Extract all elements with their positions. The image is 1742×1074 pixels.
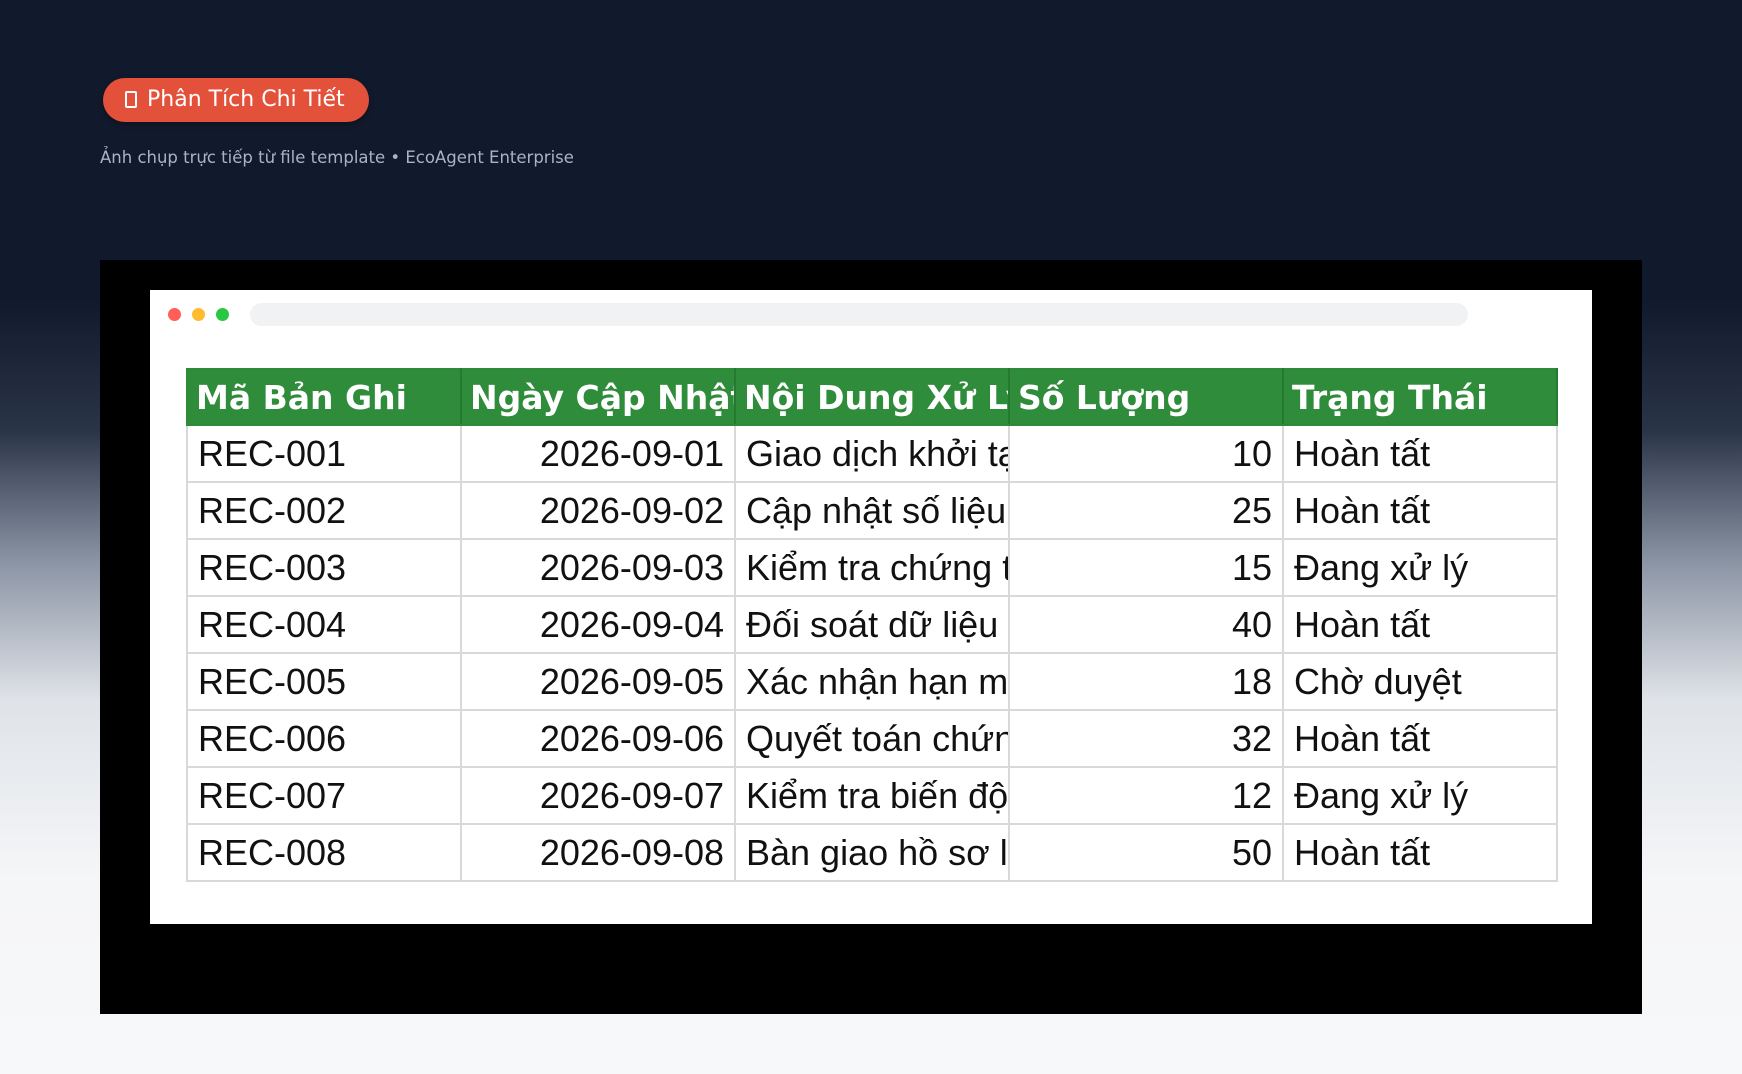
table-row: REC-007 2026-09-07 Kiểm tra biến độ 12 Đang … (186, 766, 1558, 825)
cell-date[interactable]: 2026-09-01 (460, 424, 736, 483)
table-row: REC-006 2026-09-06 Quyết toán chứn 32 Hoàn t… (186, 709, 1558, 768)
column-header: Nội Dung Xử Lý (734, 368, 1010, 426)
header-row: Mã Bản Ghi Ngày Cập Nhật Nội Dung Xử Lý … (186, 368, 1558, 426)
screenshot-frame: Mã Bản Ghi Ngày Cập Nhật Nội Dung Xử Lý … (100, 260, 1642, 1014)
cell-status[interactable]: Hoàn tất (1282, 424, 1558, 483)
cell-date[interactable]: 2026-09-02 (460, 481, 736, 540)
cell-record-id[interactable]: REC-005 (186, 652, 462, 711)
cell-date[interactable]: 2026-09-07 (460, 766, 736, 825)
cell-status[interactable]: Chờ duyệt (1282, 652, 1558, 711)
column-header: Ngày Cập Nhật (460, 368, 736, 426)
cell-quantity[interactable]: 50 (1008, 823, 1284, 882)
cell-content[interactable]: Cập nhật số liệu (734, 481, 1010, 540)
cell-status[interactable]: Hoàn tất (1282, 481, 1558, 540)
cell-status[interactable]: Đang xử lý (1282, 766, 1558, 825)
cell-date[interactable]: 2026-09-08 (460, 823, 736, 882)
cell-quantity[interactable]: 15 (1008, 538, 1284, 597)
cell-content[interactable]: Kiểm tra biến độ (734, 766, 1010, 825)
column-header: Trạng Thái (1282, 368, 1558, 426)
maximize-dot-icon (216, 308, 229, 321)
cell-status[interactable]: Hoàn tất (1282, 709, 1558, 768)
analysis-badge[interactable]: Phân Tích Chi Tiết (103, 78, 369, 122)
cell-content[interactable]: Bàn giao hồ sơ lu (734, 823, 1010, 882)
cell-quantity[interactable]: 25 (1008, 481, 1284, 540)
cell-record-id[interactable]: REC-006 (186, 709, 462, 768)
cell-content[interactable]: Xác nhận hạn mu (734, 652, 1010, 711)
cell-status[interactable]: Đang xử lý (1282, 538, 1558, 597)
cell-record-id[interactable]: REC-003 (186, 538, 462, 597)
cell-date[interactable]: 2026-09-05 (460, 652, 736, 711)
cell-record-id[interactable]: REC-007 (186, 766, 462, 825)
document-icon (125, 91, 137, 108)
spreadsheet-table: Mã Bản Ghi Ngày Cập Nhật Nội Dung Xử Lý … (186, 368, 1558, 882)
column-header: Mã Bản Ghi (186, 368, 462, 426)
cell-quantity[interactable]: 12 (1008, 766, 1284, 825)
table-row: REC-002 2026-09-02 Cập nhật số liệu 25 Hoàn … (186, 481, 1558, 540)
table-row: REC-008 2026-09-08 Bàn giao hồ sơ lu 50 Hoàn… (186, 823, 1558, 882)
table-row: REC-004 2026-09-04 Đối soát dữ liệu t 40 Hoà… (186, 595, 1558, 654)
table-row: REC-001 2026-09-01 Giao dịch khởi tạ 10 Hoàn… (186, 424, 1558, 483)
subtitle: Ảnh chụp trực tiếp từ file template • Ec… (100, 148, 574, 167)
badge-label: Phân Tích Chi Tiết (147, 87, 345, 112)
cell-record-id[interactable]: REC-002 (186, 481, 462, 540)
table-row: REC-005 2026-09-05 Xác nhận hạn mu 18 Chờ du… (186, 652, 1558, 711)
cell-content[interactable]: Kiểm tra chứng t (734, 538, 1010, 597)
minimize-dot-icon (192, 308, 205, 321)
cell-date[interactable]: 2026-09-04 (460, 595, 736, 654)
cell-status[interactable]: Hoàn tất (1282, 823, 1558, 882)
cell-status[interactable]: Hoàn tất (1282, 595, 1558, 654)
table-row: REC-003 2026-09-03 Kiểm tra chứng t 15 Đang … (186, 538, 1558, 597)
browser-window: Mã Bản Ghi Ngày Cập Nhật Nội Dung Xử Lý … (150, 290, 1592, 924)
cell-record-id[interactable]: REC-001 (186, 424, 462, 483)
cell-date[interactable]: 2026-09-06 (460, 709, 736, 768)
cell-quantity[interactable]: 10 (1008, 424, 1284, 483)
cell-quantity[interactable]: 40 (1008, 595, 1284, 654)
cell-record-id[interactable]: REC-008 (186, 823, 462, 882)
cell-quantity[interactable]: 32 (1008, 709, 1284, 768)
cell-date[interactable]: 2026-09-03 (460, 538, 736, 597)
cell-record-id[interactable]: REC-004 (186, 595, 462, 654)
close-dot-icon (168, 308, 181, 321)
cell-content[interactable]: Quyết toán chứn (734, 709, 1010, 768)
column-header: Số Lượng (1008, 368, 1284, 426)
cell-content[interactable]: Đối soát dữ liệu t (734, 595, 1010, 654)
address-bar (250, 303, 1468, 326)
cell-content[interactable]: Giao dịch khởi tạ (734, 424, 1010, 483)
cell-quantity[interactable]: 18 (1008, 652, 1284, 711)
